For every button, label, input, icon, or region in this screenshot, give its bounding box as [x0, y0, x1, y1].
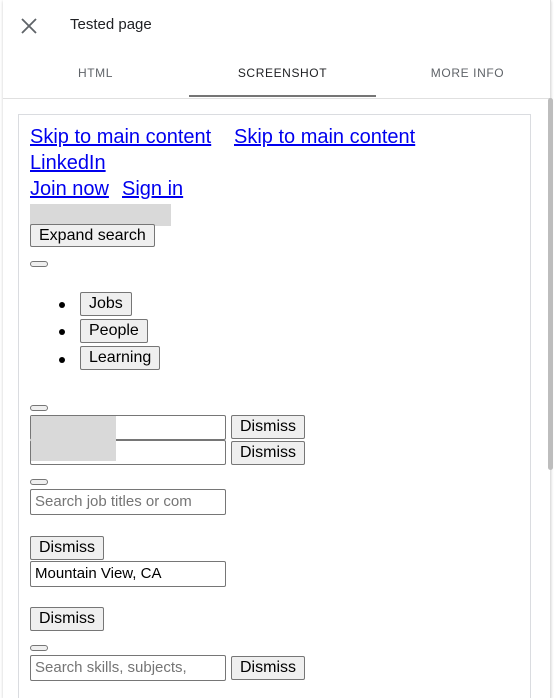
tab-bar: HTML SCREENSHOT MORE INFO: [3, 50, 550, 99]
nav-people-button[interactable]: People: [80, 319, 148, 343]
tested-page-panel: Tested page HTML SCREENSHOT MORE INFO Sk…: [3, 0, 553, 698]
panel-header: Tested page: [3, 0, 550, 50]
dismiss-button[interactable]: Dismiss: [231, 441, 305, 465]
collapsed-toggle-button[interactable]: [30, 479, 48, 485]
dismiss-button[interactable]: Dismiss: [231, 415, 305, 439]
expand-search-button[interactable]: Expand search: [30, 224, 155, 247]
dismiss-button[interactable]: Dismiss: [30, 536, 104, 560]
skip-to-main-link[interactable]: Skip to main content: [30, 126, 211, 149]
tab-screenshot[interactable]: SCREENSHOT: [189, 50, 376, 97]
tab-more-info[interactable]: MORE INFO: [415, 50, 520, 97]
location-input[interactable]: Mountain View, CA: [30, 561, 226, 587]
collapsed-toggle-button[interactable]: [30, 645, 48, 651]
close-icon[interactable]: [17, 14, 41, 38]
nav-learning-button[interactable]: Learning: [80, 346, 161, 370]
skip-to-main-link-2[interactable]: Skip to main content: [234, 126, 415, 149]
image-placeholder: [31, 416, 116, 461]
job-search-input[interactable]: Search job titles or com: [30, 489, 226, 515]
dismiss-button[interactable]: Dismiss: [30, 607, 104, 631]
image-placeholder: [30, 204, 171, 226]
linkedin-link[interactable]: LinkedIn: [30, 152, 106, 175]
list-bullet: [59, 329, 65, 335]
join-now-link[interactable]: Join now: [30, 178, 109, 201]
screenshot-frame: Skip to main content Skip to main conten…: [18, 114, 531, 698]
tab-html[interactable]: HTML: [43, 50, 148, 97]
skills-search-input[interactable]: Search skills, subjects,: [30, 655, 226, 681]
scrollbar[interactable]: [548, 98, 553, 470]
list-bullet: [59, 357, 65, 363]
dismiss-button[interactable]: Dismiss: [231, 656, 305, 680]
collapsed-toggle-button[interactable]: [30, 405, 48, 411]
panel-title: Tested page: [70, 16, 152, 33]
sign-in-link[interactable]: Sign in: [122, 178, 183, 201]
nav-jobs-button[interactable]: Jobs: [80, 292, 132, 316]
list-bullet: [59, 302, 65, 308]
collapsed-toggle-button[interactable]: [30, 261, 48, 267]
